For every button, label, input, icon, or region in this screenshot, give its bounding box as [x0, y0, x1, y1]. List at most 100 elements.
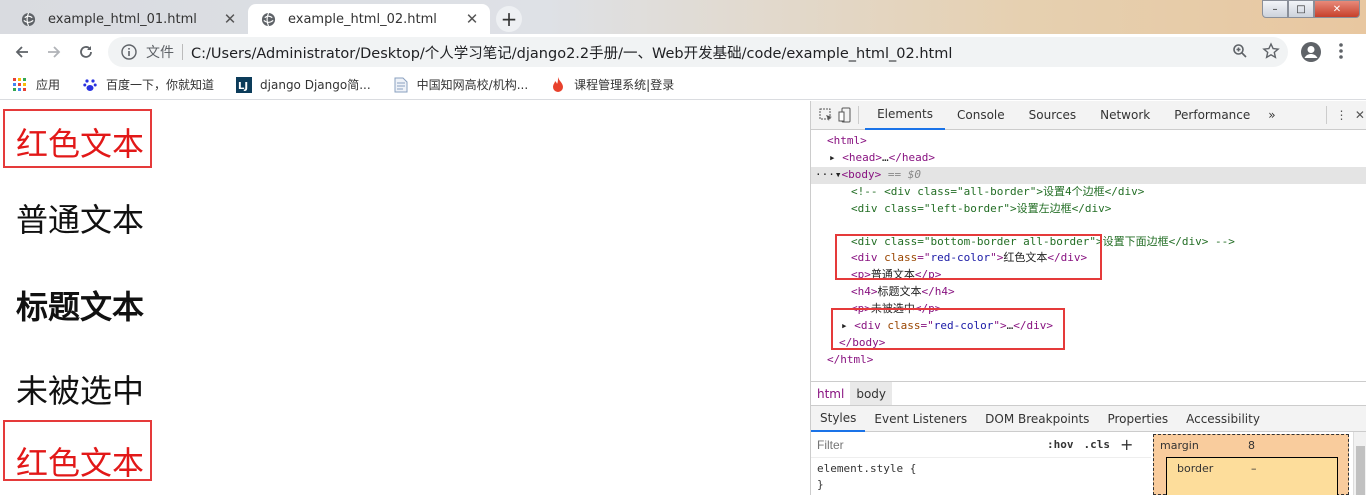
close-tab-icon[interactable]: ✕ — [464, 10, 480, 28]
bookmark-label: django Django简... — [260, 78, 371, 92]
annotation-box-red-color-1 — [835, 234, 1102, 280]
new-rule-button[interactable]: + — [1120, 435, 1133, 454]
cls-toggle[interactable]: .cls — [1084, 438, 1111, 451]
toolbar-divider — [858, 106, 860, 124]
svg-text:LJ: LJ — [238, 81, 248, 92]
margin-label: margin — [1160, 439, 1199, 452]
device-toolbar-icon[interactable] — [838, 105, 852, 125]
hov-toggle[interactable]: :hov — [1047, 438, 1074, 451]
menu-dots-icon[interactable] — [1338, 41, 1344, 65]
heading-text: 标题文本 — [16, 288, 145, 326]
red-text-bottom: 红色文本 — [16, 444, 145, 482]
subtab-dom-breakpoints[interactable]: DOM Breakpoints — [976, 406, 1098, 432]
browser-window: example_html_01.html ✕ example_html_02.h… — [0, 0, 1366, 495]
scrollbar-thumb[interactable] — [1356, 446, 1365, 495]
dom-node-body[interactable]: ···▾<body> == $0 — [815, 167, 921, 184]
bookmark-star-icon[interactable] — [1262, 42, 1280, 64]
tab-example-html-02[interactable]: example_html_02.html ✕ — [248, 4, 490, 34]
element-style-rule-close: } — [817, 478, 824, 491]
subtab-accessibility[interactable]: Accessibility — [1177, 406, 1269, 432]
bookmark-django[interactable]: LJ django Django简... — [236, 76, 371, 93]
info-icon[interactable] — [120, 43, 138, 61]
dom-node-h4[interactable]: <h4>标题文本</h4> — [851, 284, 955, 301]
new-tab-button[interactable]: + — [496, 6, 522, 32]
expand-triangle-icon[interactable]: ▸ — [829, 151, 836, 164]
node-text: 标题文本 — [877, 285, 922, 298]
selected-marker: == $0 — [887, 168, 921, 181]
inspect-element-icon[interactable] — [819, 105, 834, 125]
document-icon — [393, 77, 409, 93]
subtab-styles[interactable]: Styles — [811, 406, 866, 432]
tab-example-html-01[interactable]: example_html_01.html ✕ — [8, 4, 248, 34]
bookmark-apps[interactable]: 应用 — [12, 76, 60, 93]
box-model-border[interactable]: border – — [1166, 457, 1338, 495]
breadcrumb: html body — [811, 381, 1366, 406]
styles-filter-input[interactable] — [817, 434, 1037, 455]
reload-button[interactable] — [70, 36, 102, 68]
tab-title: example_html_02.html — [288, 11, 437, 27]
red-text-top: 红色文本 — [16, 125, 145, 163]
globe-icon — [260, 11, 276, 27]
tab-console[interactable]: Console — [945, 101, 1017, 130]
maximize-button[interactable]: □ — [1288, 0, 1314, 18]
margin-value[interactable]: 8 — [1248, 439, 1255, 452]
bookmark-label: 应用 — [36, 78, 61, 92]
dom-node-head[interactable]: ▸ <head>…</head> — [829, 150, 935, 167]
breadcrumb-html[interactable]: html — [811, 382, 850, 406]
comment-fragment: </div> — [1071, 202, 1112, 215]
head-open-tag: <head> — [842, 151, 882, 164]
dom-comment-line-1[interactable]: <!-- <div class="all-border">设置4个边框</div… — [851, 184, 1144, 201]
unselected-text: 未被选中 — [16, 372, 145, 410]
toolbar-divider — [1325, 106, 1327, 124]
styles-pane: :hov .cls + element.style { } — [811, 432, 1151, 495]
row-dots-icon: ··· — [815, 168, 835, 181]
styles-scrollbar[interactable] — [1353, 432, 1366, 495]
window-controls: – □ ✕ — [1262, 0, 1360, 18]
styles-subtabs: Styles Event Listeners DOM Breakpoints P… — [811, 405, 1366, 432]
bookmark-label: 课程管理系统|登录 — [574, 78, 675, 92]
box-model-margin[interactable]: margin 8 border – — [1153, 434, 1349, 495]
more-tabs-button[interactable]: » — [1262, 101, 1281, 130]
subtab-event-listeners[interactable]: Event Listeners — [865, 406, 976, 432]
dom-node-html-open[interactable]: <html> — [827, 133, 867, 150]
devtools-menu-icon[interactable]: ⋮ — [1334, 105, 1348, 125]
bookmark-baidu[interactable]: 百度一下，你就知道 — [82, 76, 214, 93]
minimize-button[interactable]: – — [1262, 0, 1288, 18]
comment-fragment: =" — [917, 202, 931, 215]
styles-filter-row: :hov .cls + — [811, 432, 1151, 458]
tab-network[interactable]: Network — [1088, 101, 1162, 130]
baidu-paw-icon — [82, 77, 98, 93]
close-window-button[interactable]: ✕ — [1314, 0, 1360, 18]
close-tab-icon[interactable]: ✕ — [222, 10, 238, 28]
elements-tree: <html> ▸ <head>…</head> ···▾<body> == $0… — [811, 130, 1366, 380]
apps-grid-icon — [12, 77, 28, 93]
zoom-icon[interactable] — [1232, 43, 1248, 63]
close-devtools-icon[interactable]: ✕ — [1353, 105, 1366, 125]
tab-performance[interactable]: Performance — [1162, 101, 1262, 130]
account-icon[interactable] — [1300, 41, 1322, 67]
comment-fragment: <div — [851, 202, 885, 215]
border-value[interactable]: – — [1251, 462, 1257, 475]
dom-node-html-close[interactable]: </html> — [827, 352, 873, 369]
dom-comment-line-2[interactable]: <div class="left-border">设置左边框</div> — [851, 201, 1111, 218]
tab-title: example_html_01.html — [48, 11, 197, 27]
breadcrumb-body[interactable]: body — [850, 381, 893, 406]
arrow-left-icon — [15, 46, 28, 58]
bookmarks-bar: 应用 百度一下，你就知道 LJ django Django简... 中国知网高校… — [0, 70, 1366, 100]
tab-elements[interactable]: Elements — [865, 101, 945, 130]
url-text[interactable]: C:/Users/Administrator/Desktop/个人学习笔记/dj… — [191, 42, 952, 63]
element-style-rule-open[interactable]: element.style { — [817, 462, 916, 475]
address-bar[interactable]: 文件 C:/Users/Administrator/Desktop/个人学习笔记… — [108, 37, 1288, 67]
address-divider — [182, 44, 183, 60]
bookmark-cnki[interactable]: 中国知网高校/机构... — [393, 76, 528, 93]
subtab-properties[interactable]: Properties — [1098, 406, 1177, 432]
tab-sources[interactable]: Sources — [1017, 101, 1088, 130]
annotation-box-red-color-2 — [831, 308, 1065, 350]
arrow-right-icon — [48, 46, 61, 58]
bookmark-course-system[interactable]: 课程管理系统|登录 — [550, 76, 674, 93]
forward-button[interactable] — [38, 36, 70, 68]
tag-close: </h4> — [921, 285, 955, 298]
head-close-tag: </head> — [888, 151, 935, 164]
collapse-triangle-icon[interactable]: ▾ — [835, 168, 842, 181]
back-button[interactable] — [6, 36, 38, 68]
